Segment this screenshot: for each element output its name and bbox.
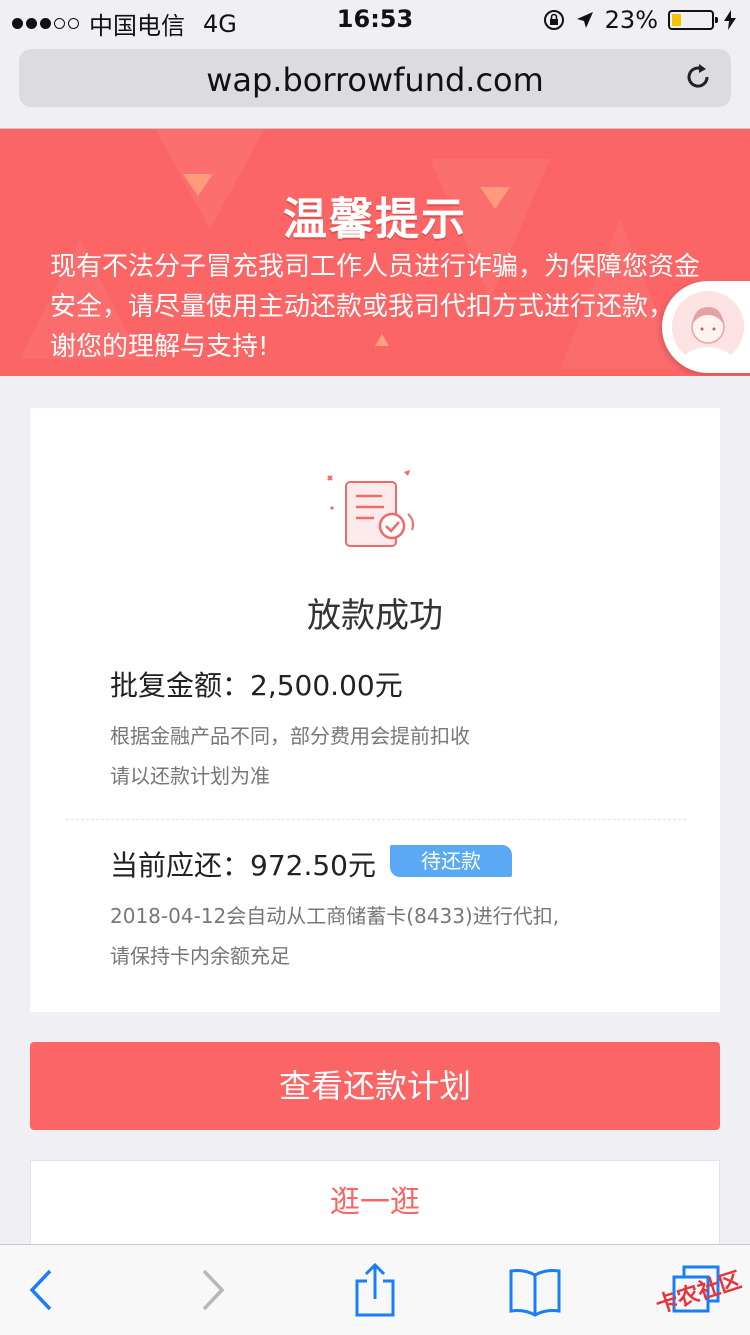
back-icon[interactable] [16,1263,70,1317]
browser-toolbar: 卡农社区 [0,1244,750,1335]
view-repayment-plan-button[interactable]: 查看还款计划 [30,1042,720,1130]
customer-service-button[interactable] [662,281,750,373]
approved-amount-label: 批复金额： [110,669,251,702]
due-note-1: 2018-04-12会自动从工商储蓄卡(8433)进行代扣, [110,904,560,928]
approved-amount-line: 批复金额：2,500.00元 [110,664,403,704]
address-bar[interactable]: wap.borrowfund.com [19,49,731,107]
approved-note-2: 请以还款计划为准 [110,764,270,788]
rotation-lock-icon [543,10,564,30]
charging-bolt-icon [724,10,736,30]
battery-level-fill [672,14,681,26]
approved-amount-value: 2,500.00元 [250,669,403,702]
battery-icon [668,10,718,30]
location-arrow-icon [576,12,593,28]
divider [66,819,686,820]
warning-banner: 温馨提示 现有不法分子冒充我司工作人员进行诈骗，为保障您资金安全，请尽量使用主动… [0,129,750,376]
stroll-button[interactable]: 逛一逛 [30,1160,720,1250]
avatar [672,291,744,363]
browser-address-area: wap.borrowfund.com [0,40,750,129]
loan-status-card: 放款成功 批复金额：2,500.00元 根据金融产品不同，部分费用会提前扣收 请… [30,408,720,1012]
status-bar: 中国电信 4G 16:53 23% [0,0,750,40]
avatar-face-icon [672,291,744,363]
approved-note-1: 根据金融产品不同，部分费用会提前扣收 [110,724,470,748]
share-icon[interactable] [348,1263,402,1317]
reload-icon[interactable] [683,62,713,92]
loan-status-title: 放款成功 [307,596,443,636]
banner-message: 现有不法分子冒充我司工作人员进行诈骗，为保障您资金安全，请尽量使用主动还款或我司… [50,252,701,362]
forward-icon[interactable] [184,1263,238,1317]
due-note-2: 请保持卡内余额充足 [110,944,290,968]
battery-percent: 23% [604,6,658,34]
pending-repayment-badge: 待还款 [390,845,512,877]
document-check-icon [327,470,415,547]
current-due-line: 当前应还：972.50元 [110,844,376,884]
url-text[interactable]: wap.borrowfund.com [19,61,731,99]
banner-title: 温馨提示 [283,194,467,245]
current-due-label: 当前应还： [110,849,251,882]
bookmarks-icon[interactable] [508,1263,562,1317]
current-due-value: 972.50元 [250,849,376,882]
